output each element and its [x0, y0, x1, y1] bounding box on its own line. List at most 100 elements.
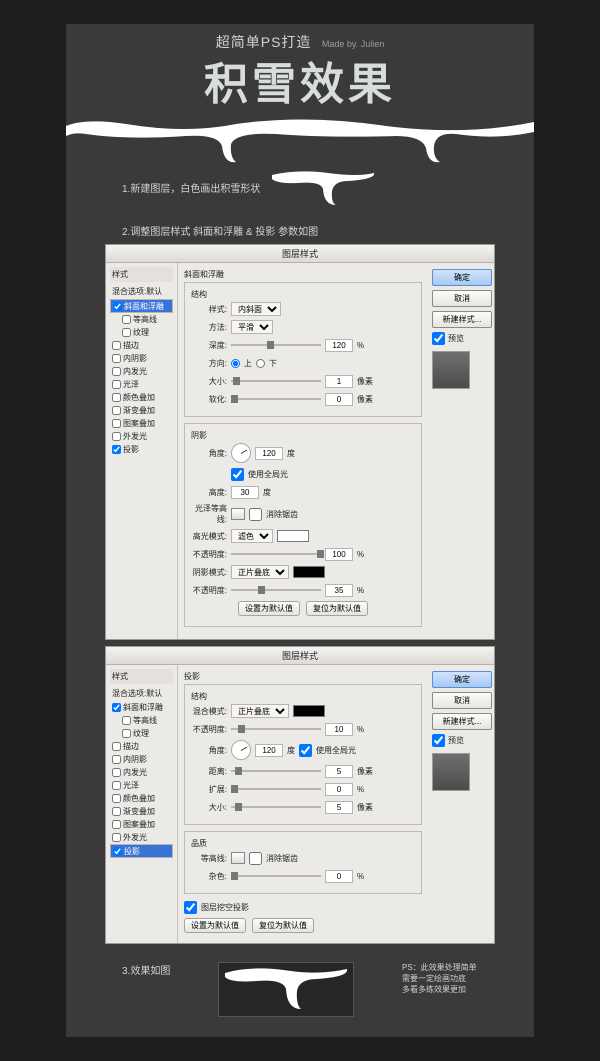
sidebar-item-outer-glow[interactable]: 外发光	[110, 430, 173, 443]
preview-check[interactable]	[432, 332, 445, 345]
check-icon[interactable]	[112, 380, 121, 389]
check-icon[interactable]	[112, 419, 121, 428]
set-default-button[interactable]: 设置为默认值	[238, 601, 300, 616]
size-slider[interactable]	[231, 380, 321, 382]
hl-op-input[interactable]	[325, 548, 353, 561]
sidebar-item-texture[interactable]: 纹理	[110, 326, 173, 339]
bevel-style-select[interactable]: 内斜面	[231, 302, 281, 316]
shadow-op-input[interactable]	[325, 723, 353, 736]
check-icon[interactable]	[112, 781, 121, 790]
check-icon[interactable]	[122, 716, 131, 725]
sidebar-item-stroke[interactable]: 描边	[110, 339, 173, 352]
sidebar-item-bevel-2[interactable]: 斜面和浮雕	[110, 701, 173, 714]
check-icon[interactable]	[112, 354, 121, 363]
check-icon[interactable]	[112, 367, 121, 376]
preview-check-2[interactable]	[432, 734, 445, 747]
shadow-angle-dial[interactable]	[231, 740, 251, 760]
sidebar-item-pattern-overlay-2[interactable]: 图案叠加	[110, 818, 173, 831]
sidebar-item-satin[interactable]: 光泽	[110, 378, 173, 391]
knockout-check[interactable]	[184, 901, 197, 914]
sidebar-item-outer-glow-2[interactable]: 外发光	[110, 831, 173, 844]
sidebar-item-grad-overlay-2[interactable]: 渐变叠加	[110, 805, 173, 818]
sidebar-item-pattern-overlay[interactable]: 图案叠加	[110, 417, 173, 430]
check-icon[interactable]	[113, 847, 122, 856]
noise-slider[interactable]	[231, 875, 321, 877]
sidebar-item-contour[interactable]: 等高线	[110, 313, 173, 326]
sh-color-swatch[interactable]	[293, 566, 325, 578]
shadow-color-swatch[interactable]	[293, 705, 325, 717]
gloss-contour-icon[interactable]	[231, 508, 245, 520]
sidebar-item-color-overlay[interactable]: 颜色叠加	[110, 391, 173, 404]
shadow-antialias-check[interactable]	[249, 852, 262, 865]
depth-input[interactable]	[325, 339, 353, 352]
dir-down-radio[interactable]	[256, 359, 265, 368]
angle-input[interactable]	[255, 447, 283, 460]
ok-button[interactable]: 确定	[432, 269, 492, 286]
check-icon[interactable]	[112, 393, 121, 402]
new-style-button-2[interactable]: 新建样式...	[432, 713, 492, 730]
contour-icon[interactable]	[231, 852, 245, 864]
reset-default-button[interactable]: 复位为默认值	[306, 601, 368, 616]
check-icon[interactable]	[112, 807, 121, 816]
dist-input[interactable]	[325, 765, 353, 778]
shadow-set-default[interactable]: 设置为默认值	[184, 918, 246, 933]
blend-default-2[interactable]: 混合选项:默认	[110, 686, 173, 701]
global-light-check[interactable]	[231, 468, 244, 481]
sh-op-input[interactable]	[325, 584, 353, 597]
soft-slider[interactable]	[231, 398, 321, 400]
check-icon[interactable]	[112, 768, 121, 777]
shadow-global-check[interactable]	[299, 744, 312, 757]
dir-up-radio[interactable]	[231, 359, 240, 368]
sidebar-item-inner-glow-2[interactable]: 内发光	[110, 766, 173, 779]
sidebar-item-satin-2[interactable]: 光泽	[110, 779, 173, 792]
sidebar-head[interactable]: 样式	[110, 267, 173, 282]
sh-op-slider[interactable]	[231, 589, 321, 591]
check-icon[interactable]	[112, 432, 121, 441]
sidebar-item-contour-2[interactable]: 等高线	[110, 714, 173, 727]
sidebar-item-inner-shadow[interactable]: 内阴影	[110, 352, 173, 365]
angle-dial[interactable]	[231, 443, 251, 463]
sidebar-item-drop-shadow-2[interactable]: 投影	[110, 844, 173, 858]
blend-default[interactable]: 混合选项:默认	[110, 284, 173, 299]
alt-input[interactable]	[231, 486, 259, 499]
check-icon[interactable]	[122, 315, 131, 324]
shadow-size-slider[interactable]	[231, 806, 321, 808]
check-icon[interactable]	[112, 742, 121, 751]
sidebar-head-2[interactable]: 样式	[110, 669, 173, 684]
sh-mode-select[interactable]: 正片叠底	[231, 565, 289, 579]
ok-button-2[interactable]: 确定	[432, 671, 492, 688]
sidebar-item-texture-2[interactable]: 纹理	[110, 727, 173, 740]
check-icon[interactable]	[112, 445, 121, 454]
check-icon[interactable]	[122, 729, 131, 738]
check-icon[interactable]	[112, 703, 121, 712]
dist-slider[interactable]	[231, 770, 321, 772]
shadow-mode-select[interactable]: 正片叠底	[231, 704, 289, 718]
sidebar-item-drop-shadow[interactable]: 投影	[110, 443, 173, 456]
spread-input[interactable]	[325, 783, 353, 796]
sidebar-item-inner-shadow-2[interactable]: 内阴影	[110, 753, 173, 766]
noise-input[interactable]	[325, 870, 353, 883]
depth-slider[interactable]	[231, 344, 321, 346]
check-icon[interactable]	[122, 328, 131, 337]
cancel-button-2[interactable]: 取消	[432, 692, 492, 709]
shadow-angle-input[interactable]	[255, 744, 283, 757]
hl-mode-select[interactable]: 滤色	[231, 529, 273, 543]
sidebar-item-bevel[interactable]: 斜面和浮雕	[110, 299, 173, 313]
check-icon[interactable]	[112, 406, 121, 415]
soft-input[interactable]	[325, 393, 353, 406]
new-style-button[interactable]: 新建样式...	[432, 311, 492, 328]
hl-color-swatch[interactable]	[277, 530, 309, 542]
check-icon[interactable]	[113, 302, 122, 311]
check-icon[interactable]	[112, 820, 121, 829]
shadow-reset-default[interactable]: 复位为默认值	[252, 918, 314, 933]
spread-slider[interactable]	[231, 788, 321, 790]
hl-op-slider[interactable]	[231, 553, 321, 555]
sidebar-item-grad-overlay[interactable]: 渐变叠加	[110, 404, 173, 417]
shadow-size-input[interactable]	[325, 801, 353, 814]
check-icon[interactable]	[112, 794, 121, 803]
sidebar-item-inner-glow[interactable]: 内发光	[110, 365, 173, 378]
size-input[interactable]	[325, 375, 353, 388]
cancel-button[interactable]: 取消	[432, 290, 492, 307]
shadow-op-slider[interactable]	[231, 728, 321, 730]
check-icon[interactable]	[112, 341, 121, 350]
